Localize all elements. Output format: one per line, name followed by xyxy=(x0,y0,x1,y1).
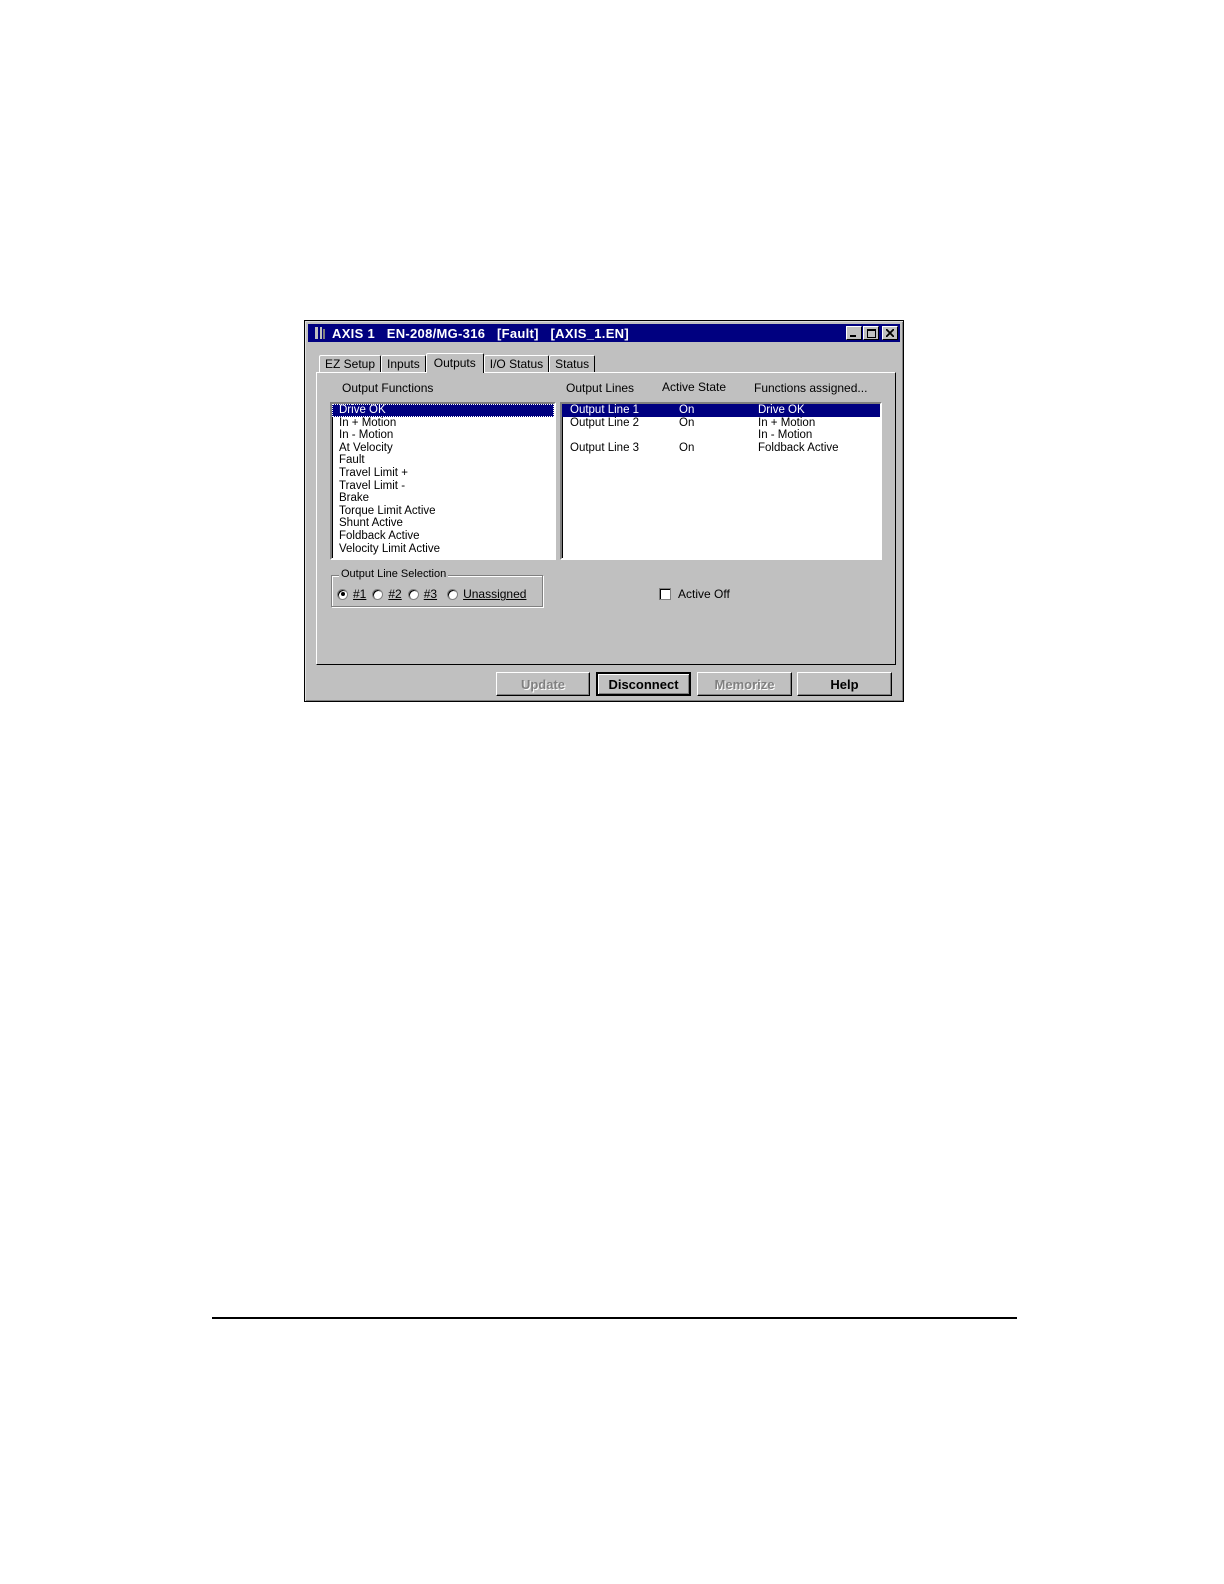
title-bar[interactable]: AXIS 1 EN-208/MG-316 [Fault] [AXIS_1.EN] xyxy=(308,324,900,342)
output-line-name: Output Line 3 xyxy=(570,441,640,454)
radio-line-2[interactable] xyxy=(372,588,384,600)
output-line-state: On xyxy=(679,404,695,416)
output-line-state: On xyxy=(679,441,695,454)
output-line-function: Drive OK xyxy=(758,404,805,416)
output-line-row[interactable]: Output Line 3 On Foldback Active xyxy=(562,442,880,455)
list-item[interactable]: Travel Limit + xyxy=(332,467,554,480)
maximize-icon xyxy=(866,328,876,338)
output-line-selection-group: Output Line Selection #1 #2 #3 Unassigne… xyxy=(331,568,543,607)
output-lines-header: Output Lines xyxy=(566,381,635,395)
list-item[interactable]: Velocity Limit Active xyxy=(332,543,554,556)
output-line-function: Foldback Active xyxy=(758,441,839,454)
list-item[interactable]: Torque Limit Active xyxy=(332,505,554,518)
minimize-button[interactable] xyxy=(846,326,862,340)
help-button[interactable]: Help xyxy=(797,672,892,696)
output-line-row[interactable]: Output Line 2 On In + Motion xyxy=(562,417,880,430)
output-line-row[interactable]: Output Line 1 On Drive OK xyxy=(562,404,880,417)
tab-status[interactable]: Status xyxy=(549,355,596,372)
output-line-function: In - Motion xyxy=(758,429,813,442)
list-item[interactable]: Drive OK xyxy=(332,404,554,417)
output-lines-list[interactable]: Output Line 1 On Drive OK Output Line 2 … xyxy=(560,402,882,560)
window-title: AXIS 1 EN-208/MG-316 [Fault] [AXIS_1.EN] xyxy=(332,325,629,341)
list-item[interactable]: Foldback Active xyxy=(332,530,554,543)
radio-selected-dot xyxy=(340,592,345,596)
radio-label-line-1[interactable]: #1 xyxy=(353,587,366,601)
app-icon xyxy=(315,327,325,339)
radio-label-unassigned[interactable]: Unassigned xyxy=(463,587,526,601)
page-divider-line xyxy=(212,1317,1017,1319)
list-item[interactable]: Travel Limit - xyxy=(332,480,554,493)
output-line-name: Output Line 2 xyxy=(570,416,640,429)
active-state-header: Active State xyxy=(662,380,727,394)
list-item[interactable]: At Velocity xyxy=(332,442,554,455)
active-off-label[interactable]: Active Off xyxy=(678,587,730,601)
functions-assigned-header: Functions assigned... xyxy=(754,381,868,395)
list-item[interactable]: In - Motion xyxy=(332,429,554,442)
radio-label-line-2[interactable]: #2 xyxy=(388,587,401,601)
radio-line-1[interactable] xyxy=(337,588,348,600)
output-line-name: Output Line 1 xyxy=(570,404,640,416)
close-icon xyxy=(886,329,894,337)
active-off-control[interactable]: Active Off xyxy=(659,587,730,601)
tab-strip: EZ Setup Inputs Outputs I/O Status Statu… xyxy=(319,353,596,373)
output-line-function: In + Motion xyxy=(758,416,816,429)
axis-window: AXIS 1 EN-208/MG-316 [Fault] [AXIS_1.EN]… xyxy=(304,320,904,702)
list-item[interactable]: In + Motion xyxy=(332,417,554,430)
tab-ez-setup[interactable]: EZ Setup xyxy=(319,355,382,372)
minimize-icon xyxy=(850,335,856,337)
tab-outputs[interactable]: Outputs xyxy=(425,353,484,373)
close-button[interactable] xyxy=(882,326,898,340)
radio-unassigned[interactable] xyxy=(447,588,459,600)
list-item[interactable]: Fault xyxy=(332,454,554,467)
group-legend: Output Line Selection xyxy=(339,568,449,580)
list-item[interactable]: Shunt Active xyxy=(332,517,554,530)
outputs-panel: Output Functions Output Lines Active Sta… xyxy=(316,372,896,665)
tab-io-status[interactable]: I/O Status xyxy=(483,355,550,372)
memorize-button[interactable]: Memorize xyxy=(697,672,792,696)
output-functions-list[interactable]: Drive OK In + Motion In - Motion At Velo… xyxy=(330,402,556,560)
update-button[interactable]: Update xyxy=(496,672,590,696)
list-item[interactable]: Brake xyxy=(332,492,554,505)
output-line-row[interactable]: In - Motion xyxy=(562,429,880,442)
output-line-state: On xyxy=(679,416,695,429)
disconnect-button[interactable]: Disconnect xyxy=(596,672,691,696)
tab-inputs[interactable]: Inputs xyxy=(381,355,426,372)
radio-label-line-3[interactable]: #3 xyxy=(424,587,437,601)
radio-line-3[interactable] xyxy=(407,588,419,600)
output-functions-header: Output Functions xyxy=(342,381,434,395)
active-off-checkbox[interactable] xyxy=(659,588,671,600)
maximize-button[interactable] xyxy=(863,326,879,340)
